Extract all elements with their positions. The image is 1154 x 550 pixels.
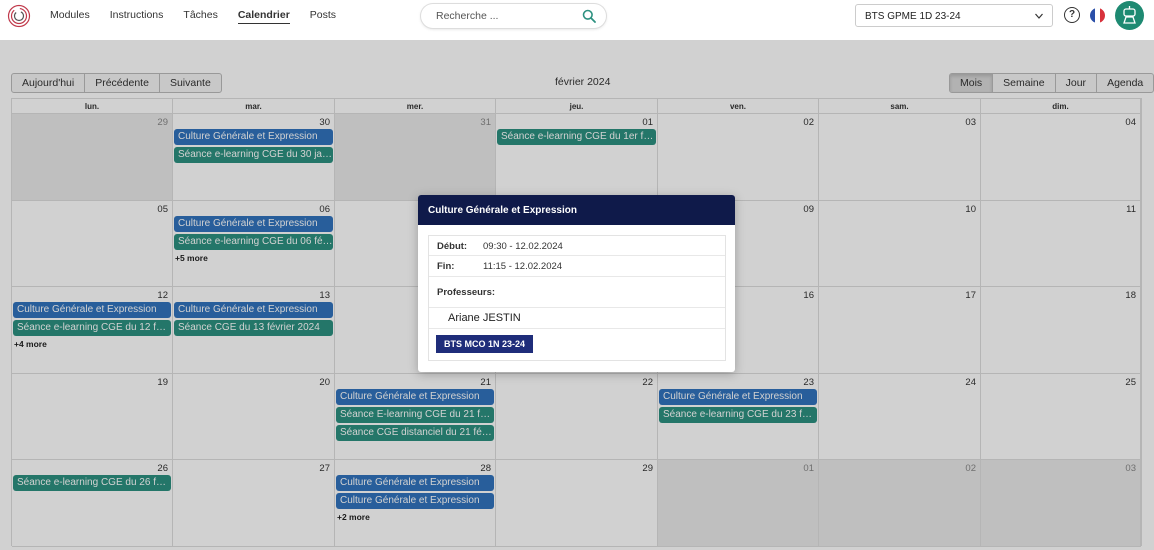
event-details-modal: Culture Générale et Expression Début: 09… — [418, 195, 735, 372]
top-navigation-bar: Modules Instructions Tâches Calendrier P… — [0, 0, 1154, 33]
class-select[interactable]: BTS GPME 1D 23-24 — [855, 4, 1053, 27]
french-flag-icon[interactable] — [1090, 8, 1105, 23]
search-box — [421, 4, 606, 28]
end-label: Fin: — [437, 261, 455, 272]
teacher-name: Ariane JESTIN — [448, 312, 521, 324]
teacher-row: Ariane JESTIN — [429, 308, 725, 329]
nav-modules[interactable]: Modules — [50, 9, 90, 24]
nav-calendrier[interactable]: Calendrier — [237, 9, 290, 24]
nav-taches[interactable]: Tâches — [183, 9, 217, 24]
start-label: Début: — [437, 241, 468, 252]
class-select-value: BTS GPME 1D 23-24 — [865, 11, 961, 22]
teachers-label: Professeurs: — [437, 287, 496, 298]
teachers-header-row: Professeurs: — [429, 277, 725, 308]
app-logo-icon[interactable] — [7, 4, 31, 28]
help-icon[interactable]: ? — [1064, 7, 1080, 23]
chevron-down-icon — [1035, 13, 1043, 19]
event-details: Début: 09:30 - 12.02.2024 Fin: 11:15 - 1… — [428, 235, 726, 361]
search-input[interactable] — [436, 10, 576, 22]
modal-title: Culture Générale et Expression — [418, 195, 735, 225]
nav-instructions[interactable]: Instructions — [110, 9, 164, 24]
search-icon[interactable] — [582, 9, 596, 23]
main-nav: Modules Instructions Tâches Calendrier P… — [50, 9, 356, 24]
nav-posts[interactable]: Posts — [310, 9, 336, 24]
start-value: 09:30 - 12.02.2024 — [483, 241, 563, 252]
robot-avatar-icon — [1123, 6, 1136, 24]
end-row: Fin: 11:15 - 12.02.2024 — [429, 256, 725, 277]
end-value: 11:15 - 12.02.2024 — [483, 261, 563, 272]
user-avatar[interactable] — [1115, 1, 1144, 30]
start-row: Début: 09:30 - 12.02.2024 — [429, 236, 725, 256]
class-badge[interactable]: BTS MCO 1N 23-24 — [436, 335, 534, 353]
